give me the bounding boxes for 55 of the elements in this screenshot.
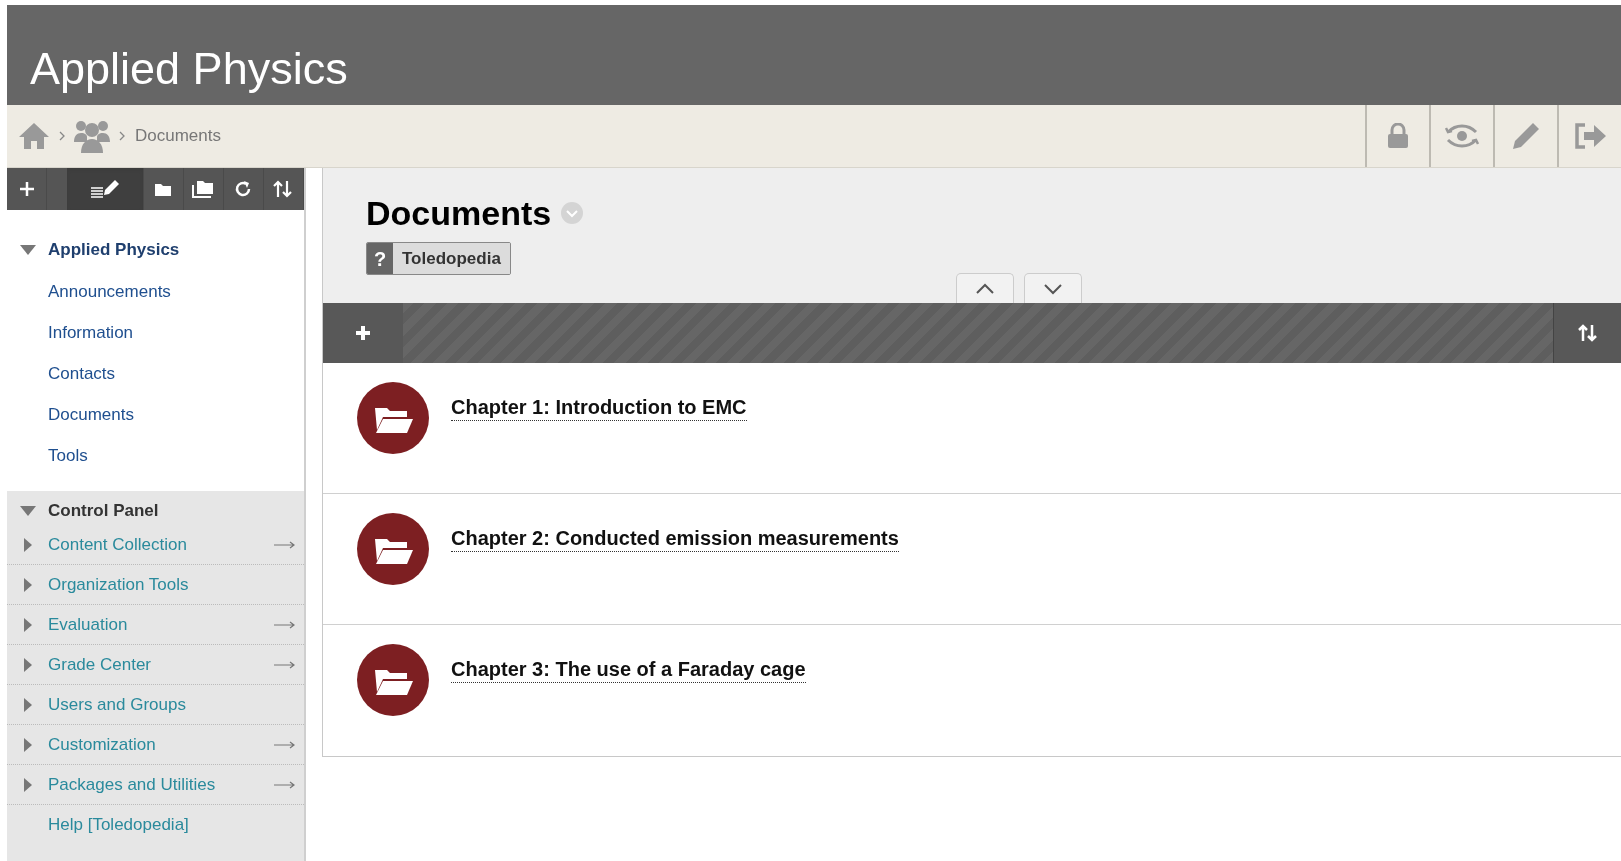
caret-right-icon[interactable] — [23, 737, 32, 752]
folder-link[interactable]: Chapter 3: The use of a Faraday cage — [451, 657, 806, 683]
help-badge[interactable]: ? Toledopedia — [366, 242, 511, 275]
panel-heading[interactable]: Control Panel — [48, 498, 159, 524]
chevron-right-icon — [119, 131, 125, 141]
sort-button[interactable] — [1553, 303, 1621, 363]
breadcrumb-link[interactable]: Documents — [135, 123, 221, 149]
sort-icon — [272, 179, 295, 199]
list-edit-icon — [88, 179, 121, 199]
plus-icon — [354, 324, 372, 342]
course-title: Applied Physics — [30, 46, 348, 91]
chevron-down-icon — [1043, 282, 1063, 295]
eye-icon — [1445, 123, 1479, 149]
toolbar-button[interactable] — [67, 168, 144, 210]
refresh-icon — [234, 180, 253, 198]
folder-icon — [357, 513, 429, 585]
move-down-button[interactable] — [1024, 273, 1082, 303]
plus-icon — [18, 181, 35, 197]
menu-link[interactable]: Documents — [48, 405, 134, 424]
caret-right-icon[interactable] — [23, 657, 32, 672]
menu-link[interactable]: Tools — [48, 446, 88, 465]
caret-right-icon[interactable] — [23, 577, 32, 592]
caret-right-icon[interactable] — [23, 617, 32, 632]
exit-icon — [1573, 122, 1607, 150]
caret-down-icon[interactable] — [19, 506, 36, 516]
caret-right-icon[interactable] — [23, 537, 32, 552]
arrow-right-icon[interactable] — [274, 740, 296, 749]
folder-icon — [357, 382, 429, 454]
caret-right-icon[interactable] — [23, 777, 32, 792]
pencil-icon — [1511, 121, 1541, 151]
folder-icon — [357, 644, 429, 716]
move-up-button[interactable] — [956, 273, 1014, 303]
arrow-right-icon[interactable] — [274, 660, 296, 669]
folder-link[interactable]: Chapter 2: Conducted emission measurements — [451, 526, 899, 552]
caret-right-icon[interactable] — [23, 697, 32, 712]
menu-link[interactable]: Information — [48, 323, 134, 342]
people-icon[interactable] — [73, 118, 111, 154]
help-icon: ? — [367, 243, 393, 274]
folder-link[interactable]: Chapter 1: Introduction to EMC — [451, 395, 747, 421]
page-title: Documents — [366, 196, 552, 230]
chevron-right-icon — [59, 131, 65, 141]
menu-heading[interactable]: Applied Physics — [48, 237, 180, 263]
lock-icon — [1387, 123, 1409, 149]
sort-icon — [1576, 323, 1599, 343]
folders-icon — [192, 180, 215, 198]
help-label: Toledopedia — [393, 243, 510, 274]
arrow-right-icon[interactable] — [274, 540, 296, 549]
caret-down-icon[interactable] — [19, 245, 36, 255]
chevron-up-icon — [975, 282, 995, 295]
menu-link[interactable]: Announcements — [48, 282, 171, 301]
folder-icon — [154, 181, 173, 197]
home-icon[interactable] — [17, 121, 51, 151]
arrow-right-icon[interactable] — [274, 780, 296, 789]
arrow-right-icon[interactable] — [274, 620, 296, 629]
menu-link[interactable]: Contacts — [48, 364, 116, 383]
